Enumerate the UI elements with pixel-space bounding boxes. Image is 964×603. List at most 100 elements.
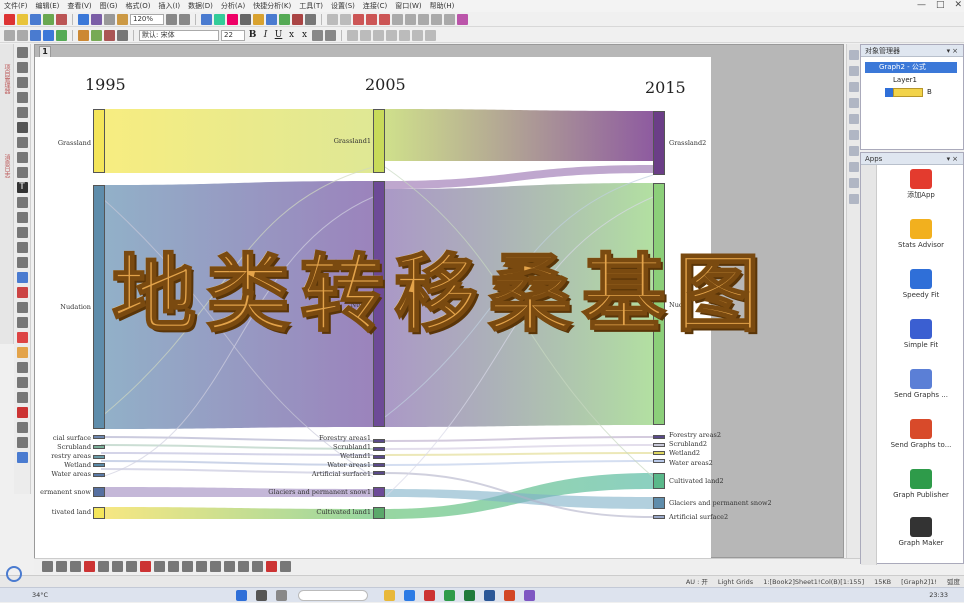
back-icon[interactable] <box>849 130 859 140</box>
powerpoint-icon[interactable] <box>504 590 515 601</box>
app-send-graphs-ppt[interactable]: Send Graphs to... <box>879 419 963 450</box>
open-icon[interactable] <box>17 13 28 25</box>
zoom-out-icon[interactable] <box>179 13 190 25</box>
panel-controls[interactable]: ▾× <box>947 153 963 164</box>
app-stats-advisor[interactable]: Stats Advisor <box>879 219 963 250</box>
node-2015-cultivated[interactable] <box>653 473 665 489</box>
table-icon[interactable] <box>16 437 28 448</box>
border-color-icon[interactable] <box>425 29 436 41</box>
node-2015-forestry[interactable] <box>653 435 665 439</box>
menu-tools[interactable]: 工具(T) <box>299 1 323 11</box>
vector-icon[interactable] <box>210 561 221 572</box>
close-icon[interactable]: ✕ <box>954 0 962 10</box>
undo-icon[interactable] <box>4 29 15 41</box>
menu-file[interactable]: 文件(F) <box>4 1 28 11</box>
apps-side-tabs[interactable] <box>861 165 877 565</box>
new-matrix-icon[interactable] <box>56 13 67 25</box>
rescale-icon[interactable] <box>266 13 277 25</box>
ungroup-icon[interactable] <box>849 162 859 172</box>
app-simple-fit[interactable]: Simple Fit <box>879 319 963 350</box>
object-icon[interactable] <box>16 392 28 403</box>
node-2015-artificial[interactable] <box>653 515 665 519</box>
new-graph-icon[interactable] <box>43 13 54 25</box>
add-layer-icon[interactable] <box>16 452 28 463</box>
template-icon[interactable] <box>91 29 102 41</box>
contour-icon[interactable] <box>154 561 165 572</box>
statistics-icon[interactable] <box>266 561 277 572</box>
template-library-icon[interactable] <box>224 561 235 572</box>
batch-plot-icon[interactable] <box>78 29 89 41</box>
specialized-icon[interactable] <box>280 561 291 572</box>
node-2015-glaciers[interactable] <box>653 497 665 509</box>
draw-data-icon[interactable] <box>16 272 28 283</box>
add-column-icon[interactable] <box>43 29 54 41</box>
word-icon[interactable] <box>484 590 495 601</box>
wechat-icon[interactable] <box>444 590 455 601</box>
italic-button[interactable]: I <box>260 30 271 40</box>
save-icon[interactable] <box>78 13 89 25</box>
polygon-tool-icon[interactable] <box>16 257 28 268</box>
redo-icon[interactable] <box>17 29 28 41</box>
zoom-in-icon[interactable] <box>166 13 177 25</box>
arrange-icon[interactable] <box>327 13 338 25</box>
node-1995-cultivated[interactable] <box>93 507 105 519</box>
menu-help[interactable]: 帮助(H) <box>430 1 455 11</box>
node-2005-grassland[interactable] <box>373 109 385 173</box>
symbol-size-icon[interactable] <box>412 29 423 41</box>
group-icon[interactable] <box>849 146 859 156</box>
arrow-tool-icon[interactable] <box>16 197 28 208</box>
app-icon[interactable] <box>524 590 535 601</box>
print-icon[interactable] <box>104 13 115 25</box>
line-tool-icon[interactable] <box>16 227 28 238</box>
front-icon[interactable] <box>849 114 859 124</box>
node-1995-grassland[interactable] <box>93 109 105 173</box>
code-builder-icon[interactable] <box>214 13 225 25</box>
node-2015-wetland[interactable] <box>653 451 665 455</box>
subscript-button[interactable]: x <box>299 30 310 40</box>
column-plot-icon[interactable] <box>84 561 95 572</box>
light-icon[interactable] <box>431 13 442 25</box>
node-2015-water[interactable] <box>653 459 665 463</box>
new-project-icon[interactable] <box>4 13 15 25</box>
scatter-plot-icon[interactable] <box>56 561 67 572</box>
search-taskbar-icon[interactable] <box>256 590 267 601</box>
stack-icon[interactable] <box>238 561 249 572</box>
sort-icon[interactable] <box>56 29 67 41</box>
object-layer-item[interactable]: Layer1 <box>883 75 917 86</box>
object-plot-item[interactable] <box>893 88 923 97</box>
menu-settings[interactable]: 设置(S) <box>331 1 355 11</box>
export-icon[interactable] <box>305 13 316 25</box>
tilt-icon[interactable] <box>444 13 455 25</box>
pan-icon[interactable] <box>16 92 28 103</box>
app-add[interactable]: 添加App <box>879 169 963 200</box>
results-log-icon[interactable] <box>227 13 238 25</box>
mask-tool-icon[interactable] <box>16 287 28 298</box>
node-2005-wetland[interactable] <box>373 455 385 459</box>
project-explorer-strip[interactable]: 项目管理器 消息日志 <box>0 44 14 344</box>
node-2005-nudation[interactable] <box>373 181 385 427</box>
menu-quick-analysis[interactable]: 快捷分析(K) <box>253 1 291 11</box>
text-tool-icon[interactable]: T <box>16 182 28 193</box>
node-2005-cultivated[interactable] <box>373 507 385 519</box>
command-window-icon[interactable] <box>240 13 251 25</box>
node-2015-grassland[interactable] <box>653 111 665 175</box>
taskbar-clock[interactable]: 23:33 <box>929 588 948 603</box>
superscript-button[interactable]: x <box>286 30 297 40</box>
timestamp-icon[interactable] <box>16 407 28 418</box>
start-icon[interactable] <box>236 590 247 601</box>
data-selector-icon[interactable] <box>16 152 28 163</box>
same-height-icon[interactable] <box>849 194 859 204</box>
align-top-icon[interactable] <box>849 82 859 92</box>
data-reader-tool-icon[interactable] <box>16 122 28 133</box>
symbol-icon[interactable] <box>399 29 410 41</box>
recalculate-icon[interactable] <box>30 29 41 41</box>
menu-view[interactable]: 查看(V) <box>67 1 91 11</box>
line-width-icon[interactable] <box>360 29 371 41</box>
workbook-icon[interactable] <box>201 13 212 25</box>
taskbar-search[interactable] <box>298 590 368 601</box>
grid-icon[interactable] <box>16 422 28 433</box>
line-style-icon[interactable] <box>347 29 358 41</box>
greek-icon[interactable] <box>312 29 323 41</box>
line-plot-icon[interactable] <box>42 561 53 572</box>
rotate-tool-icon[interactable] <box>16 107 28 118</box>
